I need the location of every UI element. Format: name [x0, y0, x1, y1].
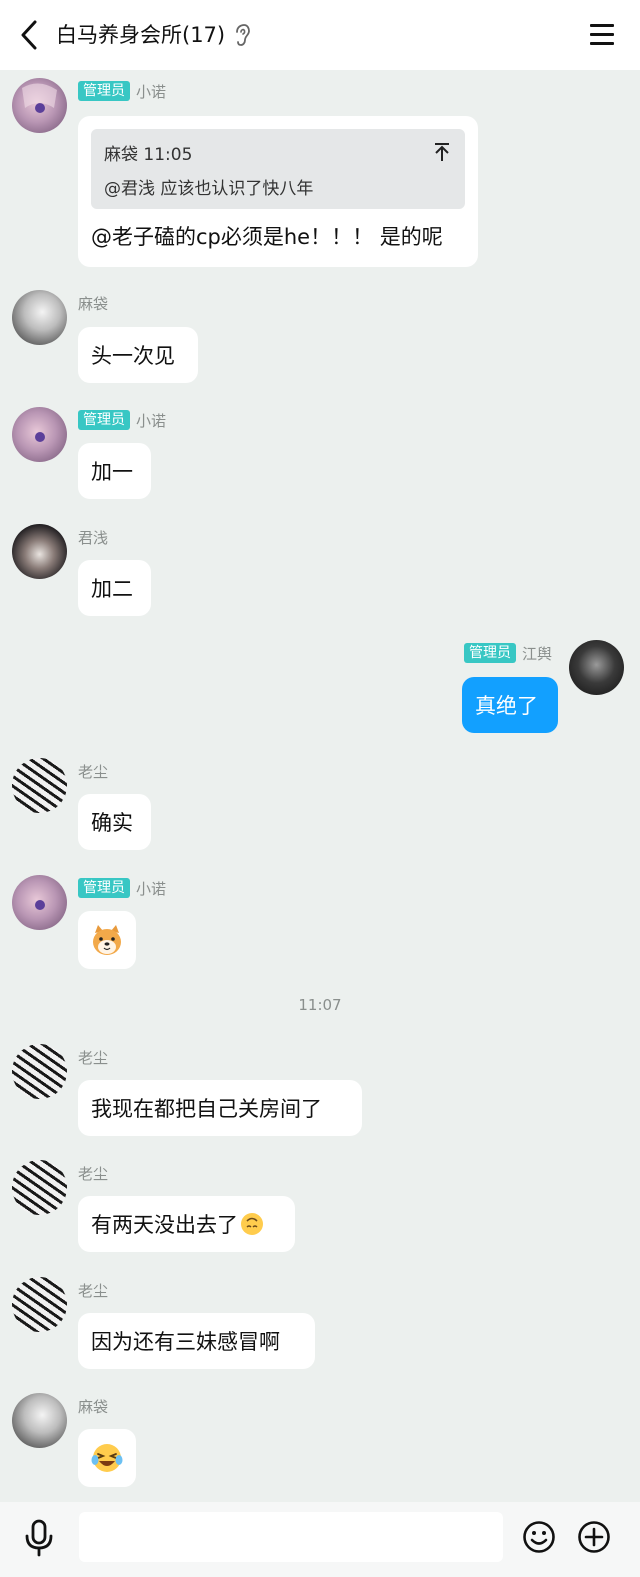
sender-meta: 君浅: [78, 526, 108, 548]
message-bubble[interactable]: 加二: [78, 560, 151, 616]
avatar[interactable]: [12, 407, 67, 462]
message-row: 管理员 江舆 真绝了: [0, 640, 640, 740]
avatar[interactable]: [569, 640, 624, 695]
sender-name: 小诺: [136, 879, 167, 898]
sender-meta: 管理员 小诺: [78, 80, 166, 102]
sender-name: 麻袋: [78, 294, 109, 313]
time-divider: 11:07: [298, 996, 342, 1014]
message-bubble[interactable]: 加一: [78, 443, 151, 499]
quote-text: @君浅 应该也认识了快八年: [104, 179, 314, 199]
my-message-bubble[interactable]: 真绝了: [462, 677, 558, 733]
message-row: 老尘 有两天没出去了: [0, 1160, 640, 1260]
message-bubble[interactable]: 确实: [78, 794, 151, 850]
group-title[interactable]: 白马养身会所(17): [56, 19, 225, 49]
message-row: 麻袋: [0, 1393, 640, 1493]
sender-meta: 老尘: [78, 1046, 108, 1068]
message-row: 麻袋 头一次见: [0, 290, 640, 390]
sender-name: 老尘: [78, 762, 109, 781]
avatar[interactable]: [12, 524, 67, 579]
quoted-message-bubble[interactable]: 麻袋 11:05 @君浅 应该也认识了快八年 @老子磕的cp必须是he！！！ 是…: [78, 116, 478, 267]
chevron-left-icon: [21, 20, 37, 50]
sender-meta: 老尘: [78, 1279, 108, 1301]
avatar[interactable]: [12, 875, 67, 930]
avatar[interactable]: [12, 1393, 67, 1448]
back-button[interactable]: [14, 18, 44, 52]
message-row: 管理员 小诺 麻袋 11:05 @君浅 应该也认识了快八年 @老子磕的cp必须是…: [0, 78, 640, 278]
sender-meta: 麻袋: [78, 292, 108, 314]
message-row: 老尘 我现在都把自己关房间了: [0, 1044, 640, 1144]
plus-circle-icon[interactable]: [577, 1520, 611, 1554]
microphone-icon[interactable]: [22, 1519, 56, 1557]
sender-name: 江舆: [521, 644, 552, 663]
avatar[interactable]: [12, 758, 67, 813]
message-row: 老尘 因为还有三妹感冒啊: [0, 1277, 640, 1377]
admin-badge: 管理员: [78, 410, 130, 430]
sender-name: 老尘: [78, 1281, 109, 1300]
avatar[interactable]: [12, 1160, 67, 1215]
sender-name: 君浅: [78, 528, 109, 547]
ear-icon: [236, 24, 250, 46]
sender-meta: 管理员 江舆: [463, 642, 552, 664]
message-bubble[interactable]: 有两天没出去了: [78, 1196, 295, 1252]
avatar[interactable]: [12, 290, 67, 345]
admin-badge: 管理员: [78, 878, 130, 898]
sender-name: 小诺: [136, 82, 167, 101]
message-text: 有两天没出去了: [91, 1213, 238, 1237]
message-bubble[interactable]: 头一次见: [78, 327, 198, 383]
admin-badge: 管理员: [463, 643, 516, 663]
sender-name: 小诺: [136, 411, 167, 430]
sender-meta: 管理员 小诺: [78, 409, 166, 431]
quote-header: 麻袋 11:05: [104, 145, 193, 165]
avatar[interactable]: [12, 1044, 67, 1099]
smiley-icon[interactable]: [522, 1520, 556, 1554]
sender-meta: 管理员 小诺: [78, 877, 166, 899]
emoji-bubble[interactable]: [78, 1429, 136, 1487]
chat-header: 白马养身会所(17): [0, 0, 640, 70]
input-bar: [0, 1502, 640, 1577]
admin-badge: 管理员: [78, 81, 130, 101]
message-row: 老尘 确实: [0, 758, 640, 858]
message-text: @老子磕的cp必须是he！！！ 是的呢: [91, 225, 443, 249]
avatar[interactable]: [12, 1277, 67, 1332]
message-bubble[interactable]: 我现在都把自己关房间了: [78, 1080, 362, 1136]
sender-name: 老尘: [78, 1164, 109, 1183]
sender-meta: 老尘: [78, 1162, 108, 1184]
message-row: 管理员 小诺: [0, 875, 640, 975]
hamburger-menu-icon[interactable]: [588, 20, 618, 50]
message-row: 君浅 加二: [0, 524, 640, 624]
message-bubble[interactable]: 因为还有三妹感冒啊: [78, 1313, 315, 1369]
upside-down-face-emoji: [241, 1213, 263, 1235]
quote-block[interactable]: 麻袋 11:05 @君浅 应该也认识了快八年: [91, 129, 465, 209]
sender-name: 老尘: [78, 1048, 109, 1067]
message-row: 管理员 小诺 加一: [0, 407, 640, 507]
avatar[interactable]: [12, 78, 67, 133]
laughing-tears-emoji: [91, 1444, 123, 1472]
emoji-bubble[interactable]: [78, 911, 136, 969]
sender-meta: 老尘: [78, 760, 108, 782]
jump-to-top-icon[interactable]: [433, 142, 451, 162]
message-input[interactable]: [79, 1512, 503, 1562]
sender-meta: 麻袋: [78, 1395, 108, 1417]
message-list[interactable]: 管理员 小诺 麻袋 11:05 @君浅 应该也认识了快八年 @老子磕的cp必须是…: [0, 70, 640, 1502]
doge-dog-emoji: [93, 925, 121, 955]
sender-name: 麻袋: [78, 1397, 109, 1416]
